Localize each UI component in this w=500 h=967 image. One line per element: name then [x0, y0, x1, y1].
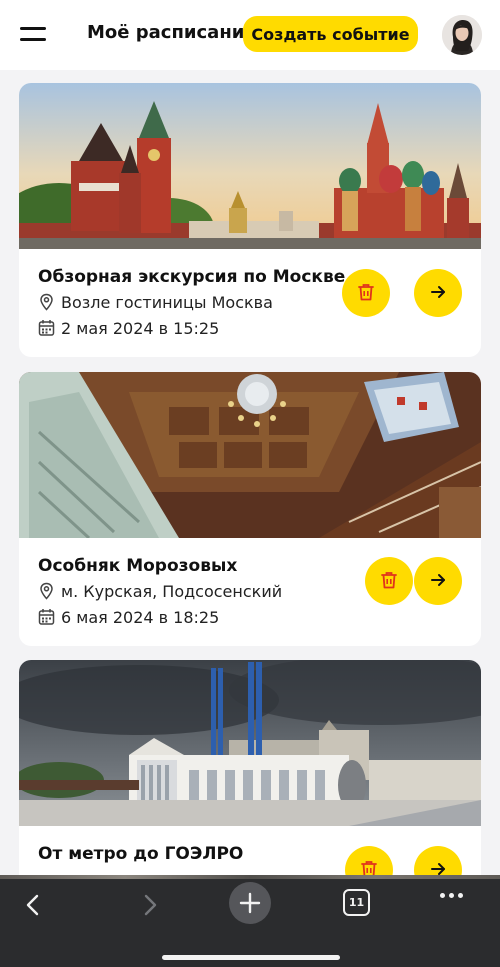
- create-event-button[interactable]: Создать событие: [243, 16, 418, 52]
- browser-toolbar: 11: [0, 875, 500, 967]
- event-location: Возле гостиницы Москва: [38, 291, 273, 313]
- avatar[interactable]: [442, 15, 482, 55]
- event-image: [19, 83, 481, 263]
- calendar-icon: [38, 319, 55, 337]
- app-header: Моё расписание Создать событие: [0, 0, 500, 70]
- arrow-right-icon: [428, 570, 448, 593]
- event-title: От метро до ГОЭЛРО: [38, 844, 244, 864]
- trash-icon: [355, 281, 377, 306]
- toolbar-divider: [0, 875, 500, 879]
- event-card[interactable]: Обзорная экскурсия по Москве Возле гости…: [19, 83, 481, 357]
- calendar-icon: [38, 608, 55, 626]
- ellipsis-icon[interactable]: [440, 893, 470, 903]
- plus-icon[interactable]: [229, 882, 271, 924]
- open-event-button[interactable]: [414, 557, 462, 605]
- event-datetime: 6 мая 2024 в 18:25: [38, 606, 219, 628]
- chevron-right-icon[interactable]: [130, 885, 170, 925]
- event-title: Обзорная экскурсия по Москве: [38, 267, 346, 287]
- event-location-text: Возле гостиницы Москва: [61, 292, 273, 312]
- delete-button[interactable]: [342, 269, 390, 317]
- chevron-left-icon[interactable]: [13, 885, 53, 925]
- event-location-text: м. Курская, Подсосенский: [61, 581, 283, 601]
- map-pin-icon: [38, 582, 55, 600]
- map-pin-icon: [38, 293, 55, 311]
- event-title: Особняк Морозовых: [38, 556, 238, 576]
- trash-icon: [378, 569, 400, 594]
- event-image: [19, 660, 481, 826]
- arrow-right-icon: [428, 282, 448, 305]
- open-event-button[interactable]: [414, 269, 462, 317]
- page-title: Моё расписание: [87, 22, 257, 43]
- event-location: м. Курская, Подсосенский: [38, 580, 282, 602]
- event-card[interactable]: Особняк Морозовых м. Курская, Подсосенск…: [19, 372, 481, 646]
- event-image: [19, 372, 481, 540]
- delete-button[interactable]: [365, 557, 413, 605]
- event-datetime-text: 6 мая 2024 в 18:25: [61, 607, 220, 627]
- home-indicator: [162, 955, 340, 960]
- event-datetime-text: 2 мая 2024 в 15:25: [61, 318, 220, 338]
- event-datetime: 2 мая 2024 в 15:25: [38, 317, 219, 339]
- hamburger-icon[interactable]: [20, 24, 46, 44]
- tabs-button[interactable]: 11: [343, 889, 370, 916]
